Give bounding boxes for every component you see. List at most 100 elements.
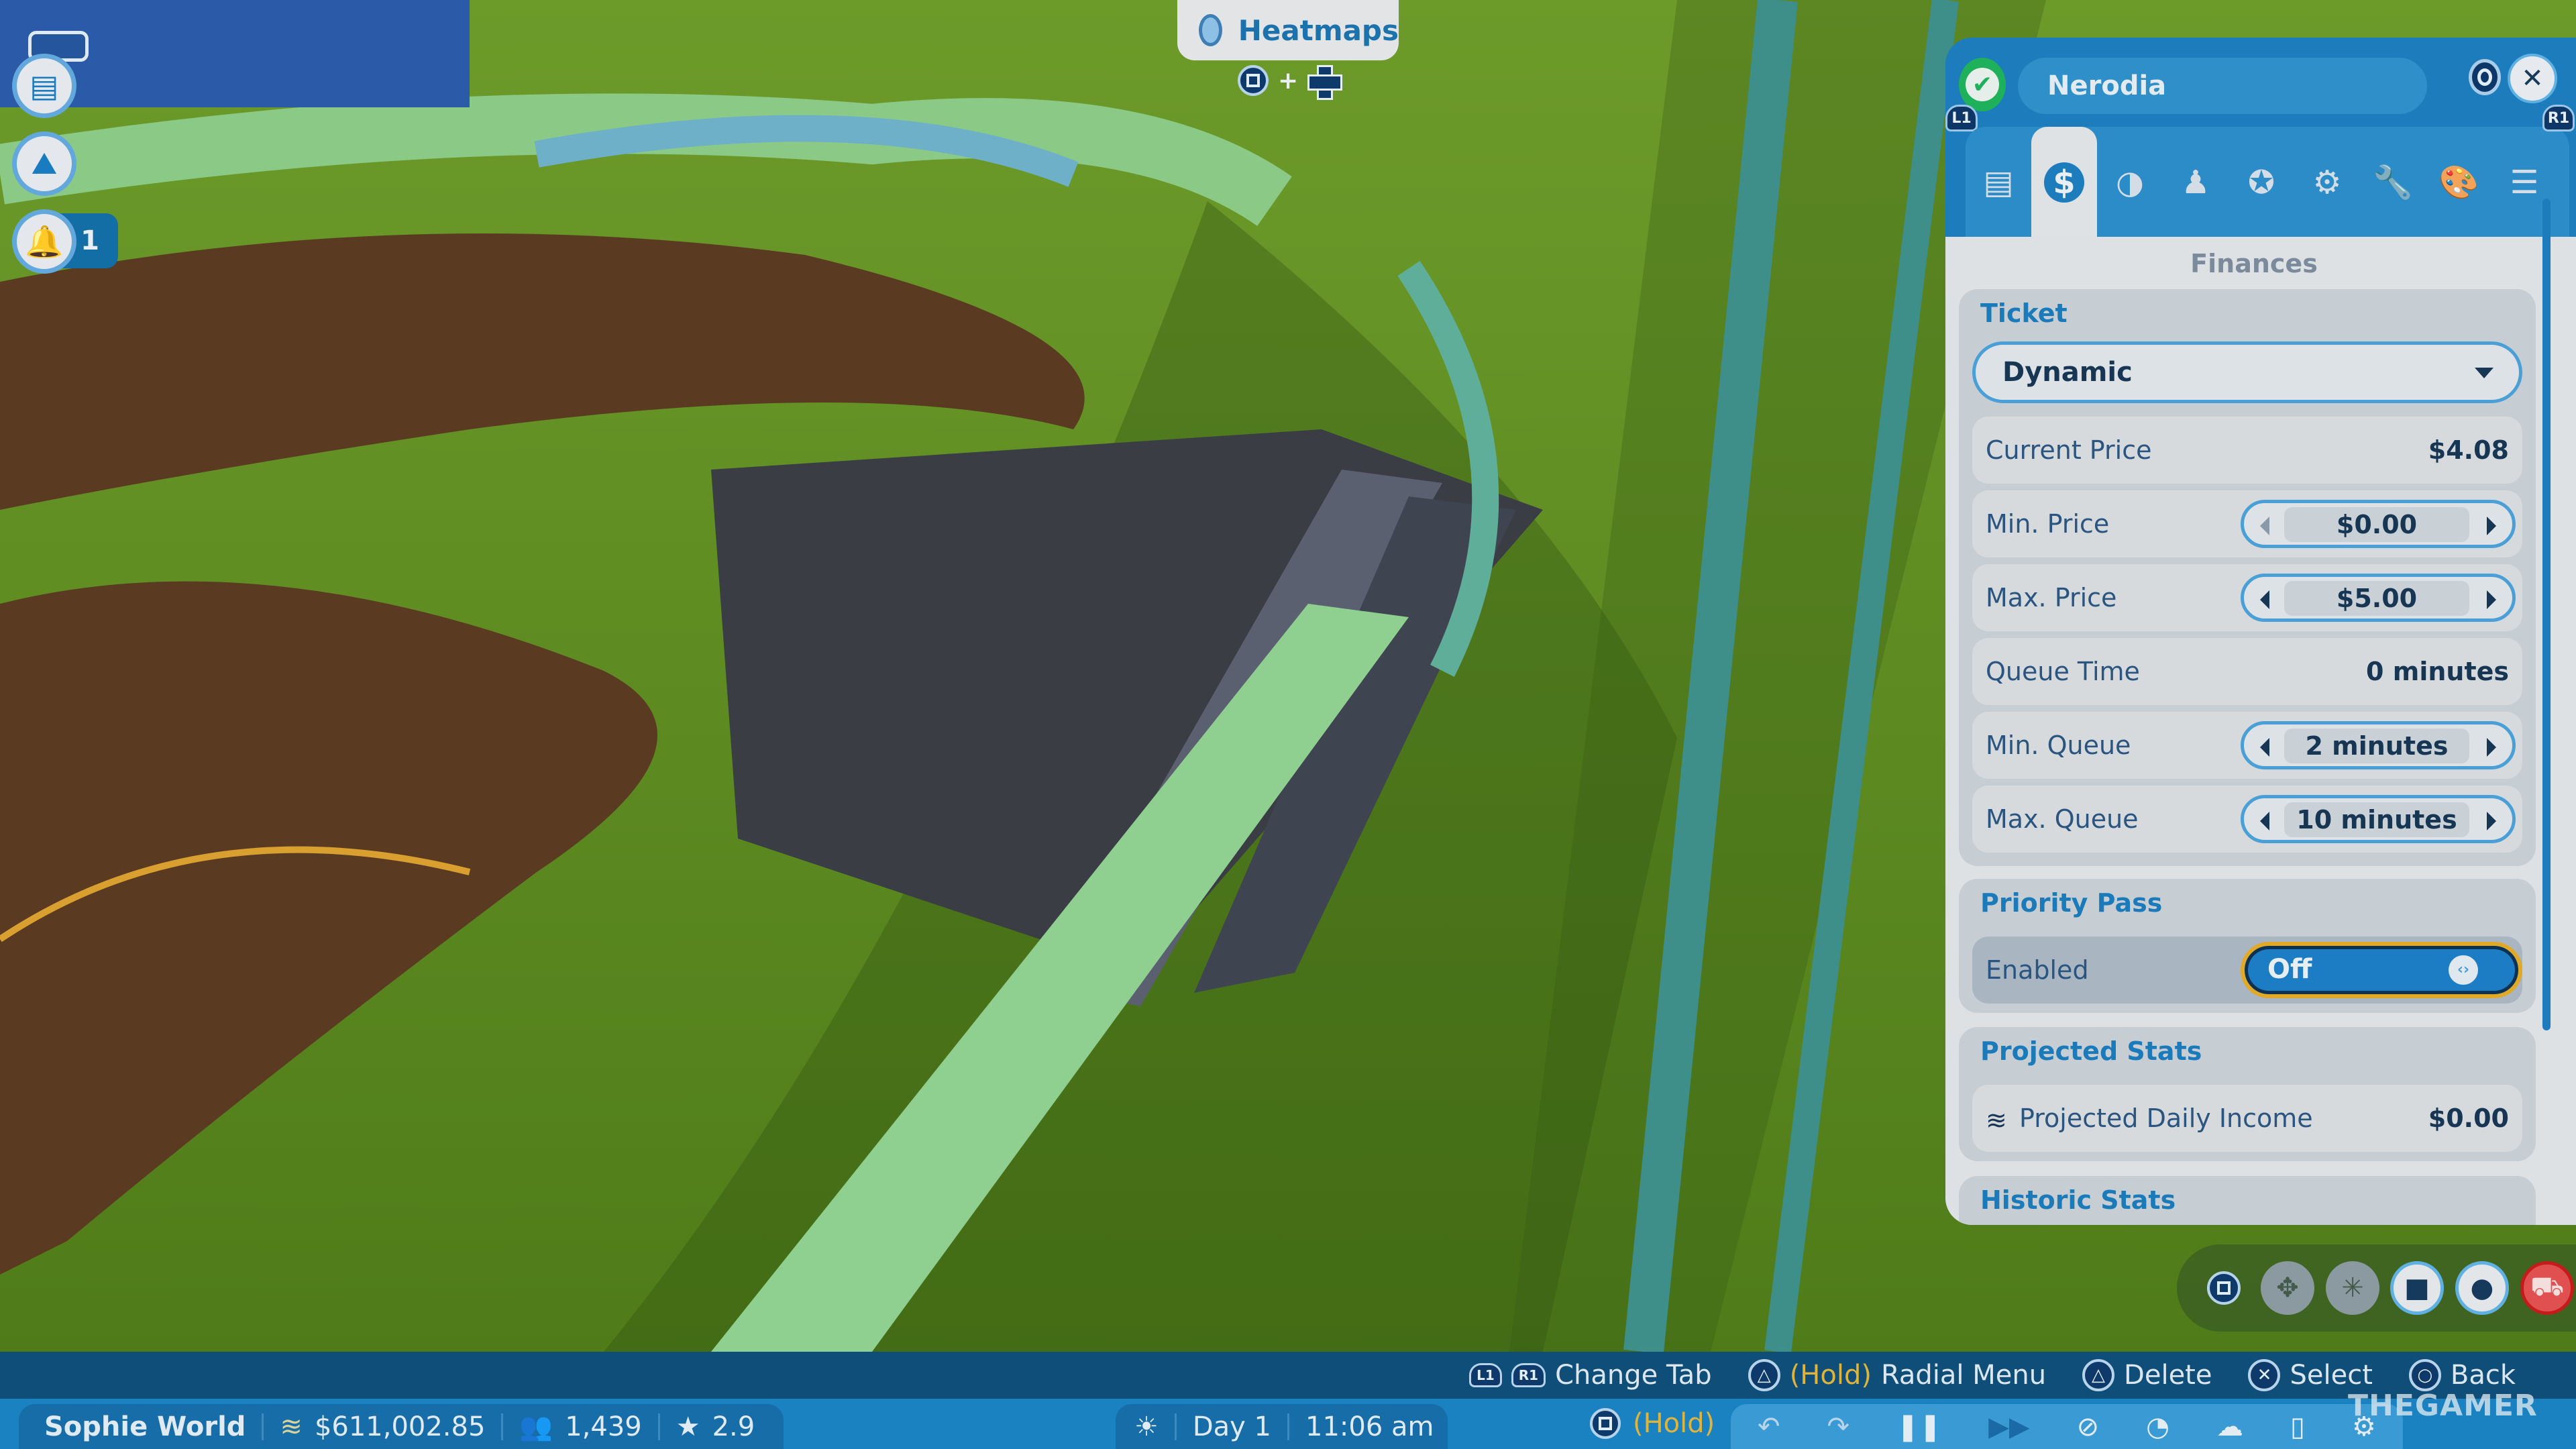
min-queue-stepper[interactable]: 2 minutes: [2241, 721, 2516, 769]
queue-time-value: 0 minutes: [2366, 657, 2509, 686]
panel-scrollbar[interactable]: [2542, 199, 2551, 1030]
date-time: ☀ Day 1 11:06 am: [1116, 1404, 1448, 1449]
locate-button[interactable]: ●: [2455, 1261, 2509, 1315]
controls-hint-bar: L1 R1 Change Tab △ (Hold) Radial Menu △ …: [0, 1352, 2576, 1399]
heatmaps-shortcut-hint: +: [1238, 65, 1343, 100]
circle-button-icon: ○: [2408, 1359, 2441, 1391]
coins-icon: ≋: [280, 1411, 303, 1442]
redo-button[interactable]: ↷: [1827, 1411, 1850, 1442]
wrench-icon: 🔧: [2373, 164, 2413, 201]
ride-panel: ✔ Nerodia ✕ L1 ▤ $ ◑ ♟ ✪ ⚙ 🔧 🎨 ☰ R1 Fina…: [1945, 38, 2576, 1225]
heatmaps-button[interactable]: Heatmaps: [1177, 0, 1399, 60]
dpad-icon: [1307, 65, 1343, 100]
quick-actions: ✥ ✳ ■ ● ⛟: [2177, 1244, 2576, 1332]
max-queue-row: Max. Queue 10 minutes: [1972, 786, 2522, 853]
current-price-row: Current Price $4.08: [1972, 417, 2522, 484]
clipboard-icon: ▤: [1983, 163, 2014, 201]
move-button[interactable]: ✥: [2261, 1261, 2314, 1315]
close-button[interactable]: ✕: [2508, 54, 2557, 103]
projected-stats-section: Projected Stats ≋ Projected Daily Income …: [1959, 1027, 2536, 1161]
weather-button[interactable]: ☁: [2216, 1411, 2243, 1442]
decrement-icon[interactable]: [2260, 738, 2269, 757]
star-icon: ★: [676, 1411, 700, 1442]
tab-staff[interactable]: ♟: [2163, 127, 2229, 237]
game-controls: ↶ ↷ ❚❚ ▶▶ ⊘ ◔ ☁ ▯ ⚙: [1731, 1404, 2403, 1449]
demolish-button[interactable]: ⛟: [2520, 1261, 2574, 1315]
square-button-icon: [2207, 1271, 2241, 1305]
terrain-button[interactable]: ⛰: [12, 131, 76, 196]
undo-button[interactable]: ↶: [1758, 1411, 1780, 1442]
park-money: $611,002.85: [314, 1411, 486, 1442]
min-price-stepper[interactable]: $0.00: [2241, 500, 2516, 548]
park-management-button[interactable]: ▤: [12, 54, 76, 118]
current-price-value: $4.08: [2428, 435, 2509, 465]
historic-stats-section: Historic Stats: [1959, 1176, 2536, 1225]
guests-icon: 👥: [519, 1411, 553, 1442]
camera-icon: ■: [2404, 1273, 2430, 1303]
cross-button-icon: ✕: [2248, 1359, 2281, 1391]
ticket-mode-dropdown[interactable]: Dynamic: [1972, 341, 2522, 403]
clipboard-icon: ▤: [30, 68, 59, 104]
square-button-icon: [1590, 1408, 1621, 1439]
priority-pass-toggle[interactable]: Off ‹›: [2241, 942, 2522, 998]
speed-dial-button[interactable]: ◔: [2146, 1411, 2169, 1442]
expand-button[interactable]: ✳: [2326, 1261, 2379, 1315]
tab-overview[interactable]: ▤: [1966, 127, 2031, 237]
hold-hint: (Hold): [1590, 1408, 1715, 1439]
time-label: 11:06 am: [1305, 1411, 1434, 1442]
star-rating-icon: ✪: [2247, 163, 2275, 201]
tab-maintenance[interactable]: 🔧: [2360, 127, 2426, 237]
gear-icon: ⚙: [2312, 163, 2342, 201]
demolish-icon: ⛟: [2530, 1271, 2565, 1302]
ride-open-status[interactable]: ✔: [1959, 58, 2006, 111]
ride-name-field[interactable]: Nerodia: [2018, 58, 2427, 114]
decrement-icon[interactable]: [2260, 812, 2269, 830]
min-price-row: Min. Price $0.00: [1972, 490, 2522, 557]
day-label: Day 1: [1192, 1411, 1272, 1442]
tab-finances[interactable]: $: [2031, 127, 2097, 237]
priority-pass-heading: Priority Pass: [1980, 888, 2163, 918]
increment-icon[interactable]: [2487, 517, 2496, 535]
tab-appearance[interactable]: 🎨: [2426, 127, 2491, 237]
fast-forward-button[interactable]: ▶▶: [1988, 1411, 2030, 1442]
hint-delete: △ Delete: [2082, 1359, 2212, 1391]
projected-stats-heading: Projected Stats: [1980, 1036, 2202, 1066]
circle-button-icon[interactable]: [2469, 59, 2501, 95]
max-price-stepper[interactable]: $5.00: [2241, 574, 2516, 622]
terrain-add-icon: ⛰: [31, 145, 58, 181]
ticket-section: Ticket Dynamic Current Price $4.08 Min. …: [1959, 289, 2536, 866]
bell-icon: 🔔: [25, 223, 64, 260]
heatmap-icon: [1199, 14, 1222, 46]
min-queue-row: Min. Queue 2 minutes: [1972, 712, 2522, 779]
park-name: Sophie World: [44, 1411, 246, 1442]
tab-stats[interactable]: ◑: [2097, 127, 2163, 237]
priority-pass-enabled-row: Enabled Off ‹›: [1972, 936, 2522, 1004]
camera-off-button[interactable]: ⊘: [2077, 1411, 2100, 1442]
tab-operations[interactable]: ⚙: [2294, 127, 2360, 237]
queue-time-row: Queue Time 0 minutes: [1972, 638, 2522, 705]
check-icon: ✔: [1966, 68, 1999, 101]
chevron-down-icon: [2475, 368, 2493, 378]
increment-icon[interactable]: [2487, 590, 2496, 609]
locate-pin-icon: ●: [2470, 1273, 2494, 1303]
sun-icon: ☀: [1134, 1411, 1159, 1442]
dollar-icon: $: [2044, 162, 2084, 203]
finances-content: Finances Ticket Dynamic Current Price $4…: [1945, 237, 2576, 1225]
increment-icon[interactable]: [2487, 812, 2496, 830]
max-queue-stepper[interactable]: 10 minutes: [2241, 795, 2516, 843]
expand-icon: ✳: [2341, 1273, 2364, 1303]
increment-icon[interactable]: [2487, 738, 2496, 757]
tab-rating[interactable]: ✪: [2229, 127, 2294, 237]
pause-button[interactable]: ❚❚: [1896, 1411, 1941, 1442]
hint-change-tab: L1 R1 Change Tab: [1469, 1360, 1712, 1391]
r1-button-icon: R1: [1511, 1363, 1546, 1387]
triangle-button-icon: △: [1748, 1359, 1780, 1391]
decrement-icon[interactable]: [2260, 517, 2269, 535]
notifications-button[interactable]: 🔔: [12, 209, 76, 274]
toggle-knob-icon: ‹›: [2449, 955, 2478, 985]
decrement-icon[interactable]: [2260, 590, 2269, 609]
guest-count: 1,439: [565, 1411, 642, 1442]
square-button-icon: [1238, 65, 1269, 96]
mouse-button[interactable]: ▯: [2290, 1411, 2305, 1442]
camera-button[interactable]: ■: [2390, 1261, 2444, 1315]
